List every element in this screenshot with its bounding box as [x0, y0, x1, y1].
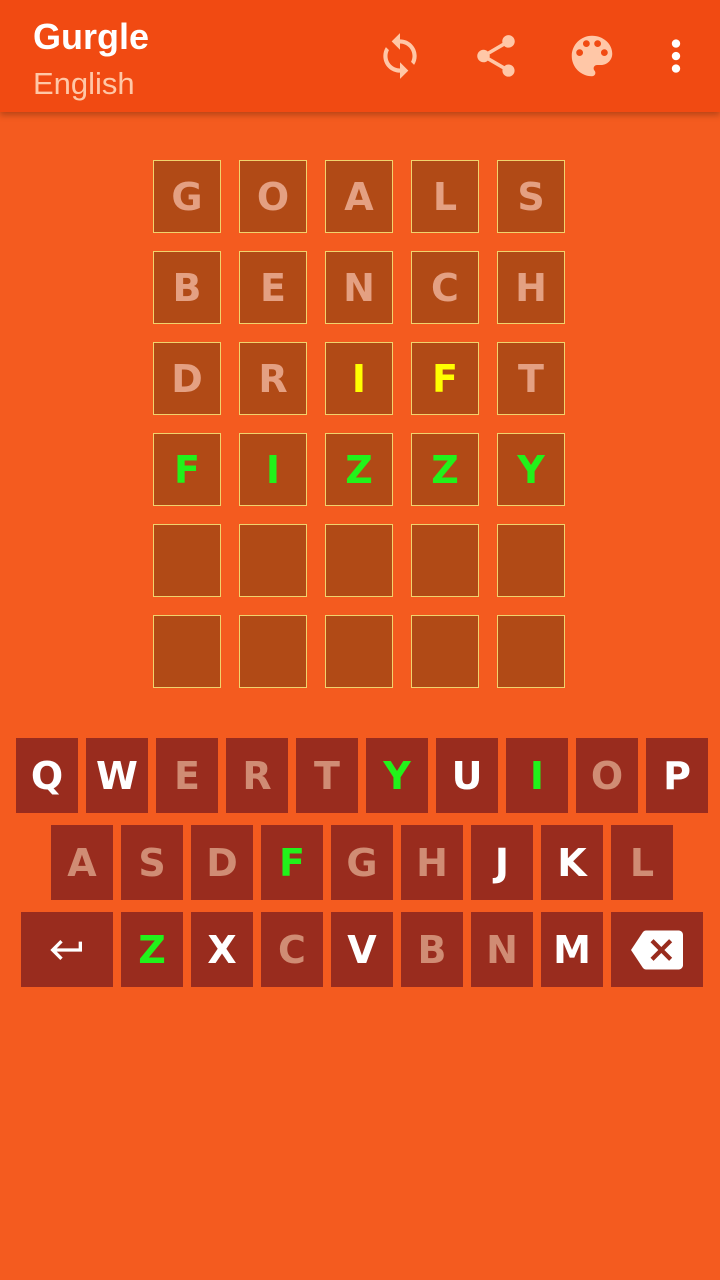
- share-button[interactable]: [468, 28, 524, 84]
- letter-tile: Z: [411, 433, 479, 506]
- letter-tile: F: [411, 342, 479, 415]
- key-q[interactable]: Q: [16, 738, 78, 813]
- letter-tile: O: [239, 160, 307, 233]
- backspace-key[interactable]: [611, 912, 703, 987]
- keyboard-row: ASDFGHJKL: [0, 825, 720, 900]
- letter-tile: A: [325, 160, 393, 233]
- key-h[interactable]: H: [401, 825, 463, 900]
- letter-tile: [411, 524, 479, 597]
- letter-tile: H: [497, 251, 565, 324]
- key-k[interactable]: K: [541, 825, 603, 900]
- letter-tile: L: [411, 160, 479, 233]
- letter-tile: [153, 615, 221, 688]
- letter-tile: [153, 524, 221, 597]
- key-w[interactable]: W: [86, 738, 148, 813]
- letter-tile: N: [325, 251, 393, 324]
- letter-tile: T: [497, 342, 565, 415]
- letter-tile: [497, 524, 565, 597]
- key-z[interactable]: Z: [121, 912, 183, 987]
- theme-button[interactable]: [564, 28, 620, 84]
- key-i[interactable]: I: [506, 738, 568, 813]
- key-n[interactable]: N: [471, 912, 533, 987]
- key-v[interactable]: V: [331, 912, 393, 987]
- app-title: Gurgle: [33, 16, 150, 57]
- app-bar: Gurgle English: [0, 0, 720, 112]
- key-r[interactable]: R: [226, 738, 288, 813]
- letter-tile: I: [325, 342, 393, 415]
- letter-tile: [411, 615, 479, 688]
- letter-tile: S: [497, 160, 565, 233]
- enter-icon: [50, 939, 82, 960]
- key-x[interactable]: X: [191, 912, 253, 987]
- key-s[interactable]: S: [121, 825, 183, 900]
- letter-tile: B: [153, 251, 221, 324]
- key-y[interactable]: Y: [366, 738, 428, 813]
- key-u[interactable]: U: [436, 738, 498, 813]
- letter-tile: F: [153, 433, 221, 506]
- palette-icon: [571, 35, 613, 77]
- more-vert-icon: [671, 39, 681, 73]
- backspace-icon: [631, 930, 683, 969]
- letter-tile: C: [411, 251, 479, 324]
- letter-tile: R: [239, 342, 307, 415]
- letter-tile: [239, 524, 307, 597]
- key-e[interactable]: E: [156, 738, 218, 813]
- key-a[interactable]: A: [51, 825, 113, 900]
- share-icon: [477, 35, 515, 77]
- letter-tile: E: [239, 251, 307, 324]
- letter-tile: Z: [325, 433, 393, 506]
- key-m[interactable]: M: [541, 912, 603, 987]
- letter-tile: [325, 615, 393, 688]
- keyboard-row: ZXCVBNM: [0, 912, 720, 987]
- refresh-button[interactable]: [372, 28, 428, 84]
- letter-tile: [325, 524, 393, 597]
- letter-tile: D: [153, 342, 221, 415]
- key-p[interactable]: P: [646, 738, 708, 813]
- language-subtitle: English: [33, 66, 135, 101]
- key-j[interactable]: J: [471, 825, 533, 900]
- letter-tile: [239, 615, 307, 688]
- letter-tile: Y: [497, 433, 565, 506]
- more-options-button[interactable]: [648, 28, 704, 84]
- key-g[interactable]: G: [331, 825, 393, 900]
- key-b[interactable]: B: [401, 912, 463, 987]
- key-t[interactable]: T: [296, 738, 358, 813]
- key-o[interactable]: O: [576, 738, 638, 813]
- key-c[interactable]: C: [261, 912, 323, 987]
- enter-key[interactable]: [21, 912, 113, 987]
- letter-tile: [497, 615, 565, 688]
- key-f[interactable]: F: [261, 825, 323, 900]
- letter-tile: I: [239, 433, 307, 506]
- key-l[interactable]: L: [611, 825, 673, 900]
- refresh-icon: [383, 33, 417, 79]
- keyboard-row: QWERTYUIOP: [0, 738, 720, 813]
- letter-tile: G: [153, 160, 221, 233]
- key-d[interactable]: D: [191, 825, 253, 900]
